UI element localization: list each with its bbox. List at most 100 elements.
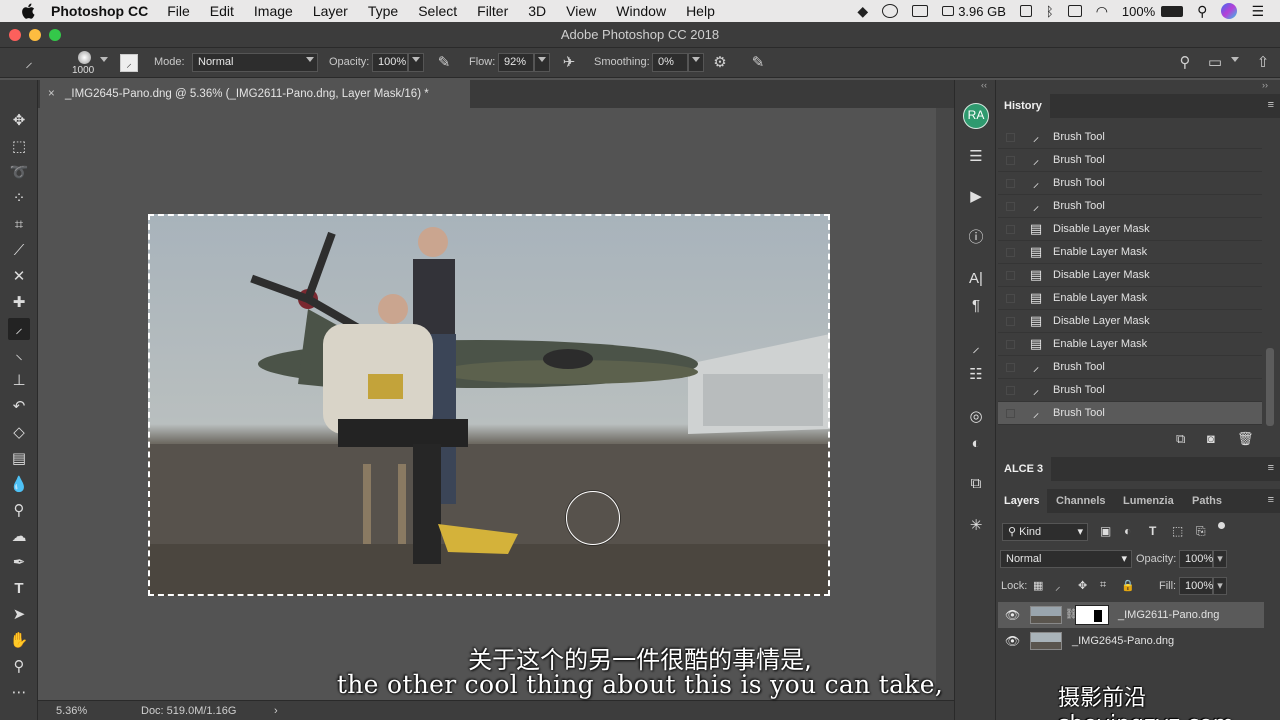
battery-icon[interactable] [1161,5,1184,17]
menu-3d[interactable]: 3D [528,3,546,19]
lock-transparent-icon[interactable]: ▦ [1033,579,1043,592]
pressure-opacity-icon[interactable]: ✎ [435,54,453,72]
smoothing-settings-gear-icon[interactable]: ⚙ [711,54,729,72]
history-menu-icon[interactable]: ≡ [1268,99,1274,111]
fill-dropdown[interactable]: ▾ [1213,577,1227,595]
healing-brush-tool-icon[interactable]: ✚ [8,292,30,314]
close-tab-icon[interactable]: × [48,80,55,108]
search-icon[interactable]: ⚲ [1176,54,1194,72]
expand-panels-icon[interactable]: ‹‹ [981,80,987,90]
history-item[interactable]: ▤ Disable Layer Mask [998,264,1262,287]
workspace-icon[interactable]: ▭ [1206,54,1224,72]
stamp-tool-icon[interactable]: ⊥ [8,370,30,392]
crop-tool-icon[interactable]: ⌗ [8,214,30,236]
filter-adjustment-icon[interactable]: ◐ [1124,524,1131,538]
eraser-tool-icon[interactable]: ◇ [8,422,30,444]
close-window-button[interactable] [9,29,21,41]
layer-mask-thumbnail[interactable] [1075,605,1109,625]
history-tab[interactable]: History [996,94,1050,118]
history-item[interactable]: ⸝ Brush Tool [998,149,1262,172]
siri-icon[interactable] [1221,3,1238,19]
history-item[interactable]: ▤ Disable Layer Mask [998,218,1262,241]
pressure-size-icon[interactable]: ✎ [749,54,767,72]
adjustments-sliders-icon[interactable]: ☷ [965,364,987,386]
layers-menu-icon[interactable]: ≡ [1268,494,1274,506]
menu-select[interactable]: Select [418,3,457,19]
dropbox-icon[interactable]: ◆ [857,3,868,20]
layer-row[interactable]: 👁 ⛓ _IMG2611-Pano.dng [998,602,1264,628]
document-image[interactable] [148,214,830,596]
brush-presets-icon[interactable]: ⸝ [965,337,987,359]
new-document-from-state-icon[interactable]: ⧉ [1176,431,1185,447]
menu-help[interactable]: Help [686,3,715,19]
delete-state-trash-icon[interactable]: 🗑 [1237,431,1254,447]
wifi-icon[interactable]: ◠ [1096,3,1108,20]
display-icon[interactable] [912,5,929,17]
lasso-tool-icon[interactable]: ➰ [8,162,30,184]
creative-cloud-icon[interactable] [882,4,899,18]
properties-panel-icon[interactable]: ☰ [965,146,987,168]
menu-edit[interactable]: Edit [210,3,234,19]
opacity-field[interactable]: 100% [372,53,408,72]
brush-size-preview[interactable] [78,51,91,64]
character-panel-icon[interactable]: A| [965,268,987,290]
alce-menu-icon[interactable]: ≡ [1268,462,1274,474]
brush-picker-caret-icon[interactable] [100,57,108,62]
layer-opacity-field[interactable]: 100% [1179,550,1213,568]
type-tool-icon[interactable]: T [8,578,30,600]
document-tab[interactable]: × _IMG2645-Pano.dng @ 5.36% (_IMG2611-Pa… [40,80,470,108]
bluetooth-icon[interactable]: ᛒ [1046,4,1054,19]
history-item[interactable]: ⸝ Brush Tool [998,126,1262,149]
lock-position-icon[interactable]: ✥ [1078,579,1087,592]
navigator-icon[interactable]: ✳ [965,515,987,537]
flow-dropdown[interactable] [534,53,550,72]
marquee-tool-icon[interactable]: ⬚ [8,136,30,158]
libraries-icon[interactable]: ◎ [965,406,987,428]
lock-pixels-brush-icon[interactable]: ⸝ [1055,579,1061,594]
menu-layer[interactable]: Layer [313,3,348,19]
opacity-dropdown[interactable] [408,53,424,72]
filter-smart-object-icon[interactable]: ⎘ [1196,524,1206,539]
zoom-level[interactable]: 5.36% [56,701,87,720]
move-tool-icon[interactable]: ✥ [8,110,30,132]
tab-lumenzia[interactable]: Lumenzia [1123,489,1174,513]
notification-center-icon[interactable]: ☰ [1251,3,1264,20]
retouch-avatar[interactable]: RA [963,103,989,129]
flow-field[interactable]: 92% [498,53,534,72]
smoothing-field[interactable]: 0% [652,53,688,72]
pen-tool-icon[interactable]: ✒ [8,552,30,574]
history-item[interactable]: ▤ Disable Layer Mask [998,310,1262,333]
history-item[interactable]: ▤ Enable Layer Mask [998,241,1262,264]
brush-preset-icon[interactable]: ⸝ [20,54,38,72]
history-item[interactable]: ⸝ Brush Tool [998,356,1262,379]
layer-name[interactable]: _IMG2611-Pano.dng [1118,602,1219,628]
history-item[interactable]: ▤ Enable Layer Mask [998,287,1262,310]
menu-view[interactable]: View [566,3,596,19]
visibility-eye-icon[interactable]: 👁 [1005,602,1020,628]
eyedropper-tool-icon[interactable]: ⟋ [8,240,30,262]
filter-shape-icon[interactable]: ⬚ [1172,524,1183,538]
menu-filter[interactable]: Filter [477,3,508,19]
gradient-tool-icon[interactable]: ▤ [8,448,30,470]
3d-panel-icon[interactable]: ⧉ [965,473,987,495]
fill-field[interactable]: 100% [1179,577,1213,595]
brush-tool-icon[interactable]: ⸝ [8,318,30,340]
menu-file[interactable]: File [167,3,190,19]
smoothing-dropdown[interactable] [688,53,704,72]
airplay-icon[interactable] [1067,5,1082,17]
apple-icon[interactable] [21,3,35,19]
history-item[interactable]: ▤ Enable Layer Mask [998,333,1262,356]
collapse-panels-icon[interactable]: ›› [1262,80,1268,90]
filter-type-icon[interactable]: T [1149,524,1156,538]
tab-layers[interactable]: Layers [996,489,1048,513]
blur-tool-icon[interactable]: 💧 [8,474,30,496]
minimize-window-button[interactable] [29,29,41,41]
history-item-current[interactable]: ⸝ Brush Tool [998,402,1262,425]
layer-opacity-dropdown[interactable]: ▾ [1213,550,1227,568]
history-scrollbar[interactable] [1266,348,1274,426]
info-icon[interactable]: ⓘ [965,227,987,249]
mode-dropdown[interactable]: Normal [192,53,318,72]
content-aware-move-tool-icon[interactable]: ✕ [8,266,30,288]
filter-toggle-icon[interactable] [1218,522,1225,529]
share-icon[interactable]: ⇧ [1254,54,1272,72]
